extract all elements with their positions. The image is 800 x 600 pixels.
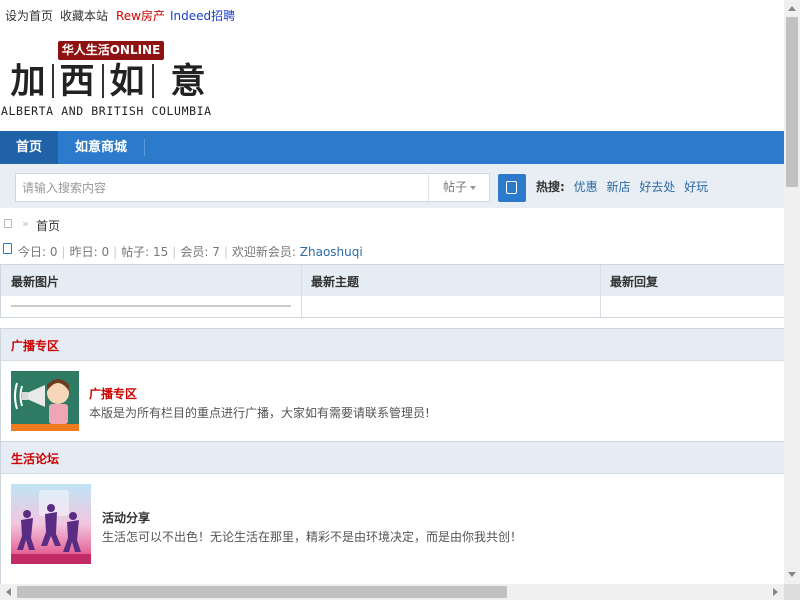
section-header: 广播专区 [1, 329, 784, 361]
megaphone-girl-icon[interactable] [11, 371, 79, 431]
hot-term-link[interactable]: 好玩 [684, 180, 708, 194]
search-type-select[interactable]: 帖子 [428, 174, 490, 201]
stat-members-label: 会员: [180, 245, 209, 259]
newest-member-link[interactable]: Zhaoshuqi [300, 245, 363, 259]
scrollbar-corner [784, 584, 800, 600]
forum-description: 本版是为所有栏目的重点进行广播，大家如有需要请联系管理员! [89, 406, 430, 420]
hot-term-link[interactable]: 好去处 [639, 180, 675, 194]
latest-replies-col: 最新回复 [600, 265, 784, 317]
forum-stats: 今日: 0 | 昨日: 0 | 帖子: 15 | 会员: 7 | 欢迎新会员: Zhaoshuq… [0, 243, 784, 261]
scroll-down-arrow-icon[interactable] [788, 572, 796, 577]
stat-yesterday-label: 昨日: [69, 245, 98, 259]
search-input[interactable] [16, 174, 428, 201]
latest-threads-col: 最新主题 [301, 265, 601, 317]
logo-separator [52, 64, 54, 98]
stat-today-label: 今日: [18, 245, 47, 259]
nav-item-mall[interactable]: 如意商城 [58, 131, 144, 164]
home-icon[interactable] [4, 219, 12, 228]
section-broadcast: 广播专区 广播专区 本版是为所有栏目的重点进行广播，大家如有需要请联系管理员! [0, 328, 784, 442]
horizontal-scrollbar[interactable] [0, 584, 784, 600]
forum-description: 生活怎可以不出色！无论生活在那里，精彩不是由环境决定，而是由你我共创！ [102, 530, 523, 544]
page-viewport: 设为首页 收藏本站 Rew房产 Indeed招聘 华人生活ONLINE 加 西 … [0, 0, 784, 584]
stat-divider: | [113, 245, 118, 259]
stat-today: 0 [49, 245, 58, 259]
logo-char: 加 [10, 61, 46, 102]
search-button[interactable] [498, 174, 526, 202]
horizontal-scroll-thumb[interactable] [17, 586, 507, 598]
main-nav: 首页 如意商城 [0, 131, 784, 164]
forum-name-link[interactable]: 广播专区 [89, 385, 137, 402]
bookmark-link[interactable]: 收藏本站 [60, 7, 108, 24]
stat-divider: | [172, 245, 177, 259]
latest-threads-title: 最新主题 [311, 275, 360, 289]
stat-posts-label: 帖子: [121, 245, 150, 259]
hot-search-label: 热搜: [536, 180, 565, 194]
logo-char: 西 [59, 61, 95, 102]
section-life: 生活论坛 活动分享 生活怎可以不出色！无论生活在那里，精彩不是由环境决定，而是由… [0, 441, 784, 584]
chevron-down-icon [470, 185, 476, 190]
search-icon [506, 181, 517, 194]
logo-char: 如 [109, 61, 145, 102]
logo-separator [102, 64, 104, 98]
nav-divider [144, 139, 145, 156]
top-links-bar: 设为首页 收藏本站 Rew房产 Indeed招聘 [0, 0, 784, 28]
indeed-link[interactable]: Indeed招聘 [170, 7, 235, 24]
section-title[interactable]: 生活论坛 [11, 450, 59, 467]
search-box: 帖子 [15, 173, 490, 202]
latest-images-title: 最新图片 [11, 275, 60, 289]
search-type-label: 帖子 [442, 180, 467, 194]
stat-yesterday: 0 [101, 245, 110, 259]
stat-members: 7 [212, 245, 220, 259]
latest-images-col: 最新图片 [1, 265, 301, 317]
rew-link[interactable]: Rew房产 [116, 7, 165, 24]
site-logo[interactable]: 华人生活ONLINE 加 西 如 意 ALBERTA AND BRITISH C… [0, 38, 230, 122]
scroll-right-arrow-icon[interactable] [773, 588, 778, 596]
set-home-link[interactable]: 设为首页 [5, 7, 53, 24]
forum-name-link[interactable]: 活动分享 [102, 509, 150, 526]
latest-grid: 最新图片 最新主题 最新回复 [0, 264, 784, 318]
vertical-scroll-thumb[interactable] [786, 17, 798, 187]
logo-subtitle: ALBERTA AND BRITISH COLUMBIA [1, 104, 212, 118]
stats-line: 今日: 0 | 昨日: 0 | 帖子: 15 | 会员: 7 | 欢迎新会员: Zhaoshuq… [18, 243, 363, 260]
scroll-up-arrow-icon[interactable] [788, 6, 796, 11]
latest-replies-title: 最新回复 [610, 275, 659, 289]
logo-char: 意 [170, 61, 206, 102]
nav-item-home[interactable]: 首页 [0, 131, 58, 164]
bookmark-icon [3, 243, 12, 254]
jumping-people-icon[interactable] [11, 484, 91, 564]
section-title[interactable]: 广播专区 [11, 337, 59, 354]
hot-search: 热搜: 优惠 新店 好去处 好玩 [536, 178, 708, 195]
hot-term-link[interactable]: 优惠 [574, 180, 598, 194]
stat-divider: | [223, 245, 228, 259]
breadcrumb-current[interactable]: 首页 [36, 217, 60, 234]
stat-welcome-label: 欢迎新会员: [231, 245, 296, 259]
vertical-scrollbar[interactable] [784, 0, 800, 584]
stat-divider: | [61, 245, 66, 259]
logo-badge: 华人生活ONLINE [58, 41, 164, 60]
breadcrumb: » 首页 [0, 208, 784, 238]
logo-separator [152, 64, 154, 98]
section-header: 生活论坛 [1, 442, 784, 474]
image-slider-bar [11, 305, 291, 307]
stat-posts: 15 [153, 245, 169, 259]
breadcrumb-separator: » [22, 217, 29, 230]
hot-term-link[interactable]: 新店 [606, 180, 630, 194]
scroll-left-arrow-icon[interactable] [6, 588, 11, 596]
